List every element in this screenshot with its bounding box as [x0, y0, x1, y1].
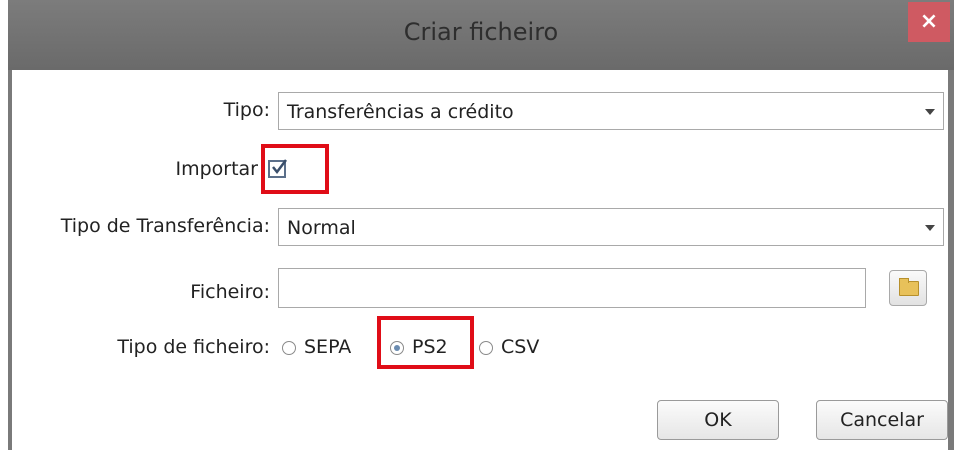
folder-icon [899, 278, 919, 296]
tipo-label: Tipo: [223, 99, 270, 121]
chevron-down-icon [925, 225, 935, 231]
cancel-button[interactable]: Cancelar [816, 400, 948, 440]
ficheiro-label: Ficheiro: [190, 281, 270, 303]
tipo-value: Transferências a crédito [287, 101, 514, 123]
radio-csv[interactable] [479, 341, 493, 355]
tipo-transferencia-label: Tipo de Transferência: [60, 215, 270, 237]
tipo-transferencia-dropdown[interactable]: Normal [278, 208, 944, 246]
chevron-down-icon [925, 109, 935, 115]
importar-highlight-box [261, 144, 329, 194]
ficheiro-input[interactable] [278, 268, 866, 308]
tipo-dropdown[interactable]: Transferências a crédito [278, 92, 944, 130]
browse-button[interactable] [889, 270, 927, 306]
importar-label: Importar [175, 158, 258, 180]
dialog-title: Criar ficheiro [403, 18, 559, 46]
close-icon: × [919, 9, 939, 34]
dialog-body: Tipo: Transferências a crédito Importar … [12, 70, 948, 450]
tipo-ficheiro-label: Tipo de ficheiro: [117, 336, 270, 358]
ps2-highlight-box [377, 316, 474, 369]
tipo-transferencia-value: Normal [287, 217, 356, 239]
title-bar[interactable]: Criar ficheiro × [8, 0, 954, 70]
radio-sepa-label: SEPA [304, 336, 352, 358]
close-button[interactable]: × [908, 2, 950, 42]
radio-sepa[interactable] [282, 341, 296, 355]
criar-ficheiro-dialog: Criar ficheiro × Tipo: Transferências a … [8, 0, 954, 450]
window-border-right [948, 70, 954, 450]
radio-csv-label: CSV [501, 336, 540, 358]
ok-button[interactable]: OK [657, 400, 779, 440]
